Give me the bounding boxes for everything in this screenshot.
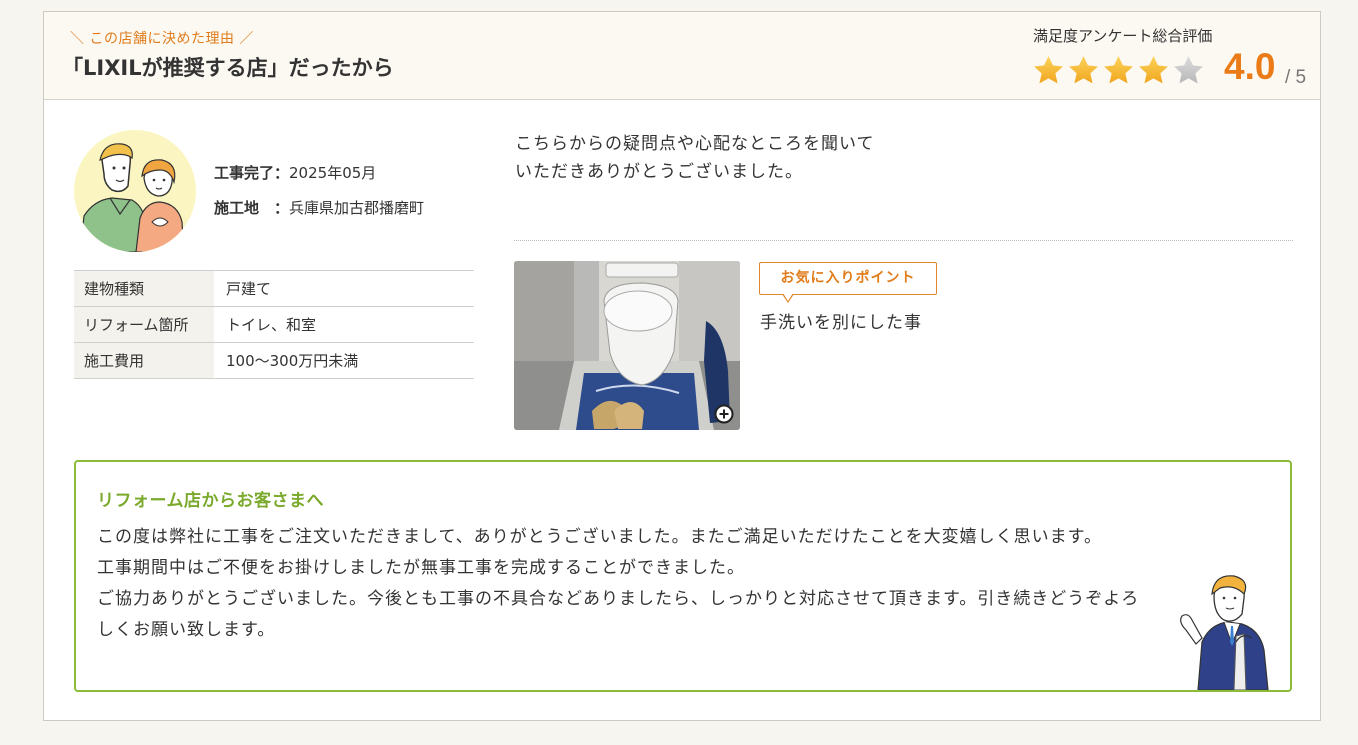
rating-label: 満足度アンケート総合評価: [1033, 27, 1213, 45]
detail-value: 戸建て: [226, 280, 272, 298]
message-paragraph: ご協力ありがとうございました。今後とも工事の不具合などありましたら、しっかりと対…: [97, 589, 1140, 640]
comment-line: いただきありがとうございました。: [515, 162, 803, 182]
completion-value: 2025年05月: [289, 164, 377, 182]
photo-image: [514, 261, 740, 430]
customer-avatar: [74, 130, 196, 252]
star-empty-icon: [1174, 56, 1203, 84]
reason-label: ＼ この店舗に決めた理由 ／: [70, 31, 254, 47]
comment-line: こちらからの疑問点や心配なところを聞いて: [515, 134, 875, 154]
star-icon: [1104, 56, 1133, 84]
detail-value: トイレ、和室: [226, 316, 317, 334]
star-icon: [1139, 56, 1168, 84]
review-header: ＼ この店舗に決めた理由 ／ 「LIXILが推奨する店」だったから 満足度アンケ…: [44, 12, 1320, 100]
favorite-point-text: 手洗いを別にした事: [760, 313, 922, 333]
rating-max: / 5: [1285, 67, 1307, 88]
star-icon: [1069, 56, 1098, 84]
table-row: リフォーム箇所 トイレ、和室: [74, 306, 474, 343]
message-body: この度は弊社に工事をご注文いただきまして、ありがとうございました。またご満足いた…: [97, 522, 1157, 646]
detail-label: 施工費用: [74, 342, 214, 379]
favorite-point-tag: お気に入りポイント: [759, 262, 937, 303]
message-paragraph: 工事期間中はご不便をお掛けしましたが無事工事を完成することができました。: [97, 558, 745, 578]
star-rating: [1032, 54, 1205, 87]
details-table: 建物種類 戸建て リフォーム箇所 トイレ、和室 施工費用 100〜300万円未満: [74, 270, 474, 379]
message-paragraph: この度は弊社に工事をご注文いただきまして、ありがとうございました。またご満足いた…: [97, 527, 1102, 547]
review-card: ＼ この店舗に決めた理由 ／ 「LIXILが推奨する店」だったから 満足度アンケ…: [43, 11, 1321, 721]
toilet-photo[interactable]: [514, 261, 740, 430]
completion-label: 工事完了：: [214, 164, 290, 182]
shop-message-box: リフォーム店からお客さまへ この度は弊社に工事をご注文いただきまして、ありがとう…: [74, 460, 1292, 692]
detail-label: 建物種類: [74, 270, 214, 307]
customer-comment: こちらからの疑問点や心配なところを聞いて いただきありがとうございました。: [515, 130, 945, 186]
message-title: リフォーム店からお客さまへ: [97, 491, 324, 511]
place-value: 兵庫県加古郡播磨町: [289, 199, 425, 217]
place-label: 施工地 ：: [214, 199, 290, 217]
couple-illustration: [79, 143, 185, 252]
completion-date: 工事完了：2025年05月: [214, 162, 376, 183]
construction-place: 施工地 ：兵庫県加古郡播磨町: [214, 197, 424, 218]
table-row: 建物種類 戸建て: [74, 270, 474, 307]
staff-illustration: [1180, 575, 1269, 690]
divider: [514, 240, 1293, 241]
reason-title: 「LIXILが推奨する店」だったから: [62, 56, 394, 80]
star-icon: [1034, 56, 1063, 84]
table-row: 施工費用 100〜300万円未満: [74, 342, 474, 379]
detail-label: リフォーム箇所: [74, 306, 214, 343]
rating-score: 4.0: [1224, 46, 1276, 87]
zoom-icon[interactable]: [714, 404, 734, 424]
detail-value: 100〜300万円未満: [226, 352, 359, 370]
